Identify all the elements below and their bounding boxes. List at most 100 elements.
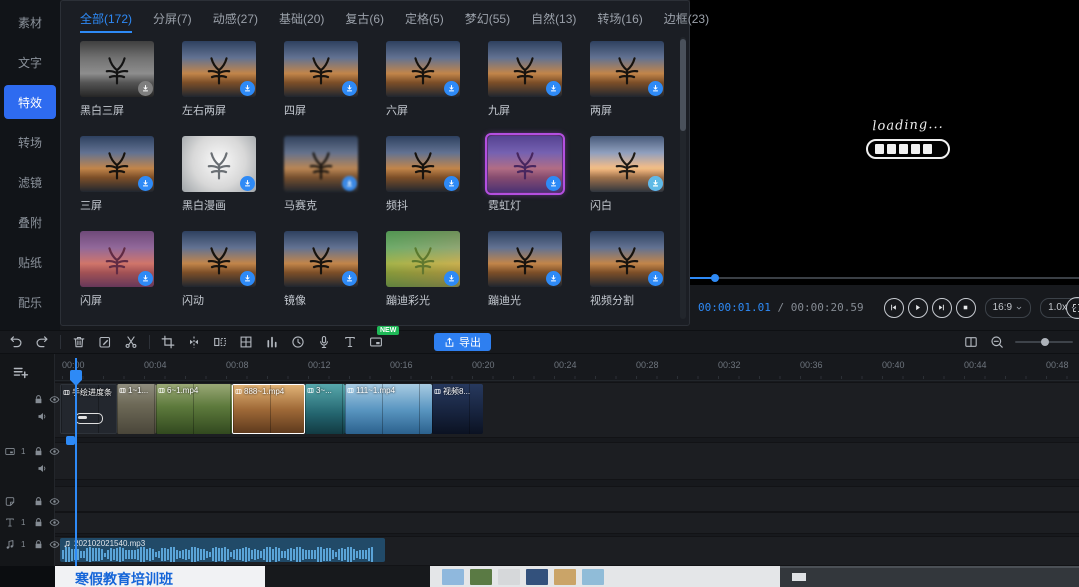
category-tab-freeze[interactable]: 定格(5): [405, 10, 444, 33]
download-badge[interactable]: [138, 271, 153, 286]
clip-clip-111[interactable]: 111~1.mp4: [345, 384, 432, 434]
mosaic-button[interactable]: [238, 334, 254, 350]
aspect-ratio-dropdown[interactable]: 16:9: [985, 298, 1031, 318]
effect-item-nine-screen[interactable]: 九屏: [488, 41, 584, 118]
category-tab-split-screen[interactable]: 分屏(7): [153, 10, 192, 33]
effect-item-disco-light[interactable]: 蹦迪光: [488, 231, 584, 308]
edit-button[interactable]: [97, 334, 113, 350]
effect-item-mirror[interactable]: 镜像: [284, 231, 380, 308]
category-tab-border[interactable]: 边框(23): [664, 10, 709, 33]
crop-button[interactable]: [160, 334, 176, 350]
download-badge[interactable]: [138, 81, 153, 96]
sidebar-item-transition[interactable]: 转场: [0, 122, 60, 162]
clip-clip-3[interactable]: 3~...: [305, 384, 345, 434]
pip-button[interactable]: NEW: [368, 334, 384, 350]
lock-toggle[interactable]: [33, 539, 44, 550]
category-tab-dynamic[interactable]: 动感(27): [213, 10, 258, 33]
clip-clip-video8[interactable]: 视频8...: [432, 384, 483, 434]
download-badge[interactable]: [444, 81, 459, 96]
background-window-middle[interactable]: [265, 566, 430, 587]
levels-button[interactable]: [264, 334, 280, 350]
effect-item-bw-comic[interactable]: 黑白漫画: [182, 136, 278, 213]
track-view-button[interactable]: [963, 334, 979, 350]
clip-clip-1[interactable]: 1~1...: [117, 384, 156, 434]
clip-clip-888[interactable]: 888~1.mp4: [232, 384, 305, 434]
lock-toggle[interactable]: [33, 394, 44, 405]
visibility-toggle[interactable]: [49, 517, 60, 528]
download-badge[interactable]: [240, 81, 255, 96]
effect-item-two-screen[interactable]: 两屏: [590, 41, 686, 118]
sidebar-item-music[interactable]: 配乐: [0, 282, 60, 322]
download-badge[interactable]: [342, 271, 357, 286]
download-badge[interactable]: [240, 271, 255, 286]
category-tab-all[interactable]: 全部(172): [80, 10, 132, 33]
background-window-right[interactable]: [780, 566, 1079, 587]
add-track-button[interactable]: [12, 364, 29, 381]
effect-item-flash-screen[interactable]: 闪屏: [80, 231, 176, 308]
download-badge[interactable]: [648, 271, 663, 286]
download-badge[interactable]: [444, 176, 459, 191]
next-button[interactable]: [932, 298, 952, 318]
visibility-toggle[interactable]: [49, 446, 60, 457]
lock-toggle[interactable]: [33, 446, 44, 457]
audio-clip[interactable]: 202102021540.mp3: [60, 538, 385, 562]
effect-item-shake[interactable]: 频抖: [386, 136, 482, 213]
download-badge[interactable]: [240, 176, 255, 191]
effect-item-flash-white[interactable]: 闪白: [590, 136, 686, 213]
download-badge[interactable]: [648, 81, 663, 96]
download-badge[interactable]: [546, 81, 561, 96]
clock-button[interactable]: [290, 334, 306, 350]
seek-knob[interactable]: [711, 274, 719, 282]
mute-toggle[interactable]: [37, 463, 48, 474]
category-tab-retro[interactable]: 复古(6): [345, 10, 384, 33]
effect-item-flash-motion[interactable]: 闪动: [182, 231, 278, 308]
effect-item-mosaic[interactable]: 马赛克: [284, 136, 380, 213]
sidebar-item-filter[interactable]: 滤镜: [0, 162, 60, 202]
preview-seekbar[interactable]: [690, 277, 1079, 279]
split-button[interactable]: [186, 334, 202, 350]
effects-scrollbar[interactable]: [680, 37, 686, 319]
category-tab-nature[interactable]: 自然(13): [531, 10, 576, 33]
visibility-toggle[interactable]: [49, 539, 60, 550]
stop-button[interactable]: [956, 298, 976, 318]
effect-item-left-right-two-screen[interactable]: 左右两屏: [182, 41, 278, 118]
lock-toggle[interactable]: [33, 517, 44, 528]
sidebar-item-text[interactable]: 文字: [0, 42, 60, 82]
effect-item-six-screen[interactable]: 六屏: [386, 41, 482, 118]
background-document-window[interactable]: 寒假教育培训班: [55, 566, 265, 587]
lock-toggle[interactable]: [33, 496, 44, 507]
clip-progress-bar[interactable]: 手绘进度条: [60, 384, 117, 434]
effect-item-disco-color-light[interactable]: 蹦迪彩光: [386, 231, 482, 308]
category-tab-transition[interactable]: 转场(16): [597, 10, 642, 33]
timeline-zoom-slider[interactable]: [1015, 341, 1073, 343]
scrollbar-thumb[interactable]: [680, 39, 686, 131]
prev-button[interactable]: [884, 298, 904, 318]
effect-item-three-screen[interactable]: 三屏: [80, 136, 176, 213]
effect-item-four-screen[interactable]: 四屏: [284, 41, 380, 118]
redo-button[interactable]: [34, 334, 50, 350]
sidebar-item-overlay[interactable]: 叠附: [0, 202, 60, 242]
download-badge[interactable]: [444, 271, 459, 286]
export-button[interactable]: 导出: [434, 333, 491, 351]
download-badge[interactable]: [546, 271, 561, 286]
text-button[interactable]: [342, 334, 358, 350]
download-badge[interactable]: [648, 176, 663, 191]
effect-item-neon-light[interactable]: 霓虹灯: [488, 136, 584, 213]
timeline-zoom-out-button[interactable]: [989, 334, 1005, 350]
trash-button[interactable]: [71, 334, 87, 350]
category-tab-basic[interactable]: 基础(20): [279, 10, 324, 33]
background-files-window[interactable]: [430, 566, 780, 587]
sidebar-item-sticker[interactable]: 贴纸: [0, 242, 60, 282]
visibility-toggle[interactable]: [49, 496, 60, 507]
flip-button[interactable]: [212, 334, 228, 350]
clip-clip-6[interactable]: 6~1.mp4: [156, 384, 232, 434]
visibility-toggle[interactable]: [49, 394, 60, 405]
effect-item-video-split[interactable]: 视频分割: [590, 231, 686, 308]
cut-button[interactable]: [123, 334, 139, 350]
play-button[interactable]: [908, 298, 928, 318]
mute-toggle[interactable]: [37, 411, 48, 422]
download-badge[interactable]: [342, 81, 357, 96]
download-badge[interactable]: [546, 176, 561, 191]
effect-item-bw-three-screen[interactable]: 黑白三屏: [80, 41, 176, 118]
mic-button[interactable]: [316, 334, 332, 350]
